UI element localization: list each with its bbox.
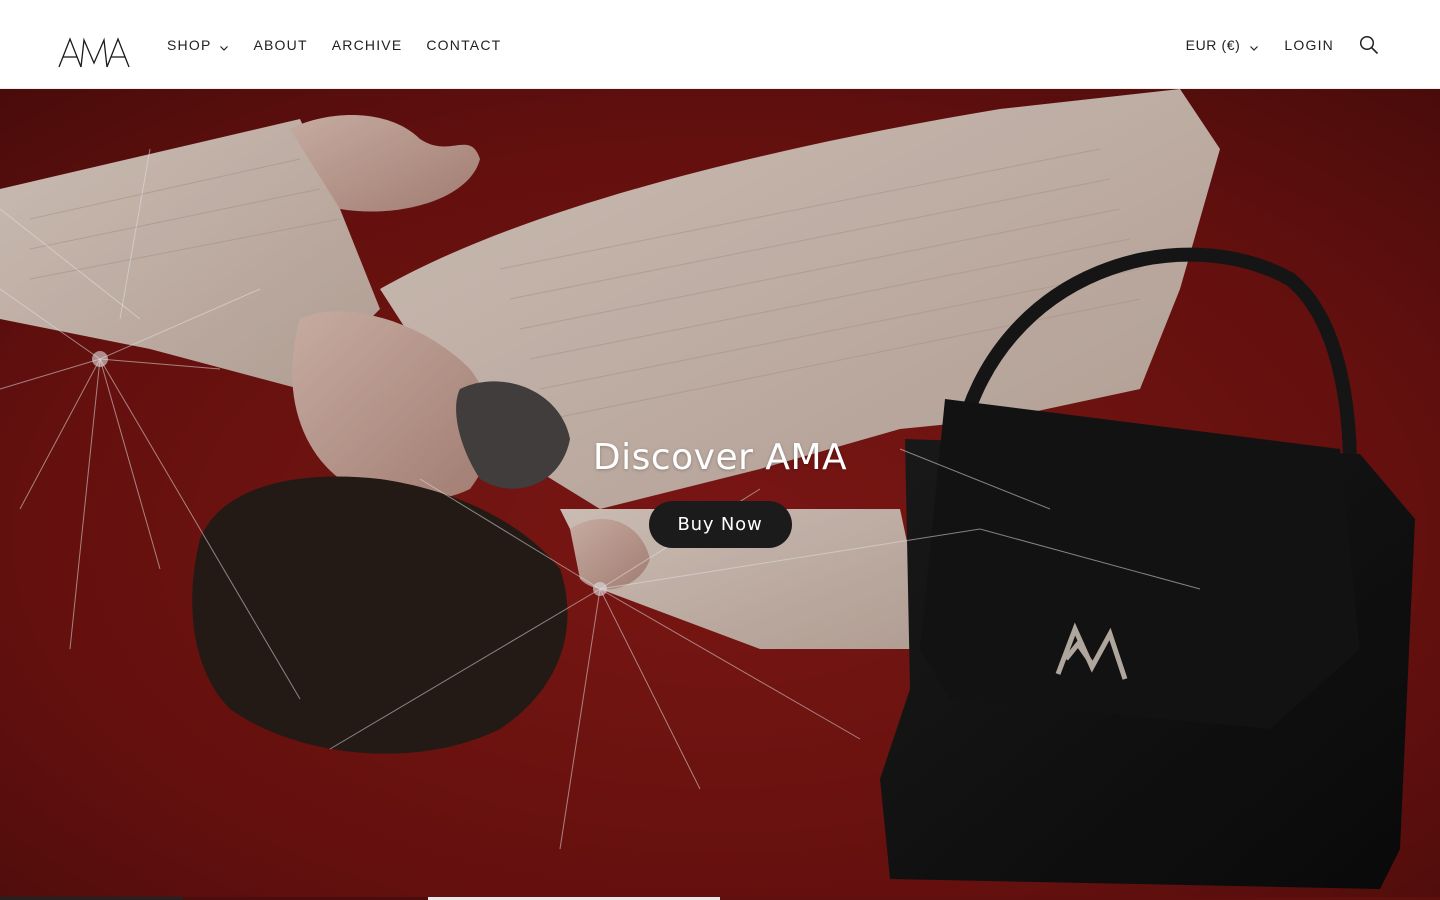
header-tools: EUR (€) LOGIN [1186,0,1380,89]
hero-banner: Discover AMA Buy Now [0,89,1440,900]
brand-logo-text: AMA [58,69,59,70]
currency-selector[interactable]: EUR (€) [1186,37,1260,53]
nav-item-shop[interactable]: SHOP [167,37,229,53]
nav-item-about[interactable]: ABOUT [253,37,307,53]
nav-item-label: SHOP [167,36,212,53]
buy-now-button[interactable]: Buy Now [648,501,792,548]
site-header: AMA SHOP ABOUT ARCHIVE CONTACT EUR (€) L… [0,0,1440,89]
chevron-down-icon [1249,40,1259,51]
hero-content: Discover AMA Buy Now [0,437,1440,548]
brand-logo[interactable]: AMA [58,37,130,69]
nav-item-archive[interactable]: ARCHIVE [332,37,403,53]
currency-label: EUR (€) [1185,36,1241,53]
hero-title: Discover AMA [592,437,848,478]
nav-item-label: ABOUT [253,36,308,53]
nav-item-label: CONTACT [426,36,502,53]
login-link[interactable]: LOGIN [1284,37,1334,53]
nav-item-contact[interactable]: CONTACT [426,37,501,53]
chevron-down-icon [219,40,229,51]
ama-logo-icon [58,37,130,68]
search-button[interactable] [1358,34,1380,56]
main-nav: SHOP ABOUT ARCHIVE CONTACT [167,0,525,89]
nav-item-label: ARCHIVE [331,36,403,53]
search-icon [1359,35,1379,54]
